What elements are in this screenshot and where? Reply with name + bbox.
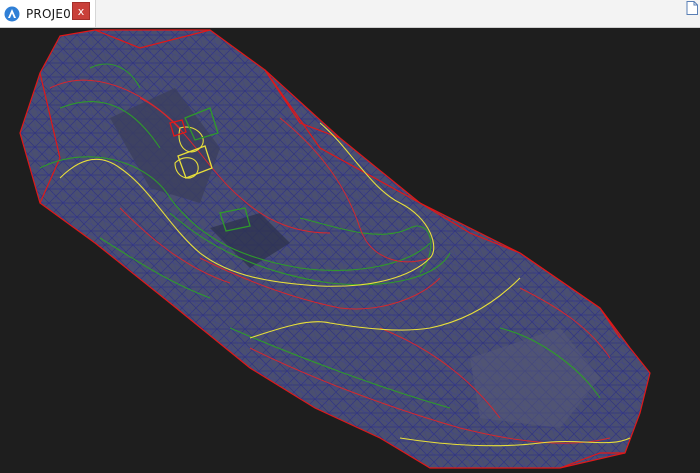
tab-title: PROJE0 [26,6,71,21]
close-tab-button[interactable]: x [72,2,90,20]
close-icon: x [77,5,85,18]
map-viewport[interactable] [0,28,700,473]
terrain-canvas[interactable] [0,28,700,473]
tab-bar: PROJE0 x [0,0,700,28]
document-icon[interactable] [686,1,698,15]
app-logo-icon [4,6,20,21]
